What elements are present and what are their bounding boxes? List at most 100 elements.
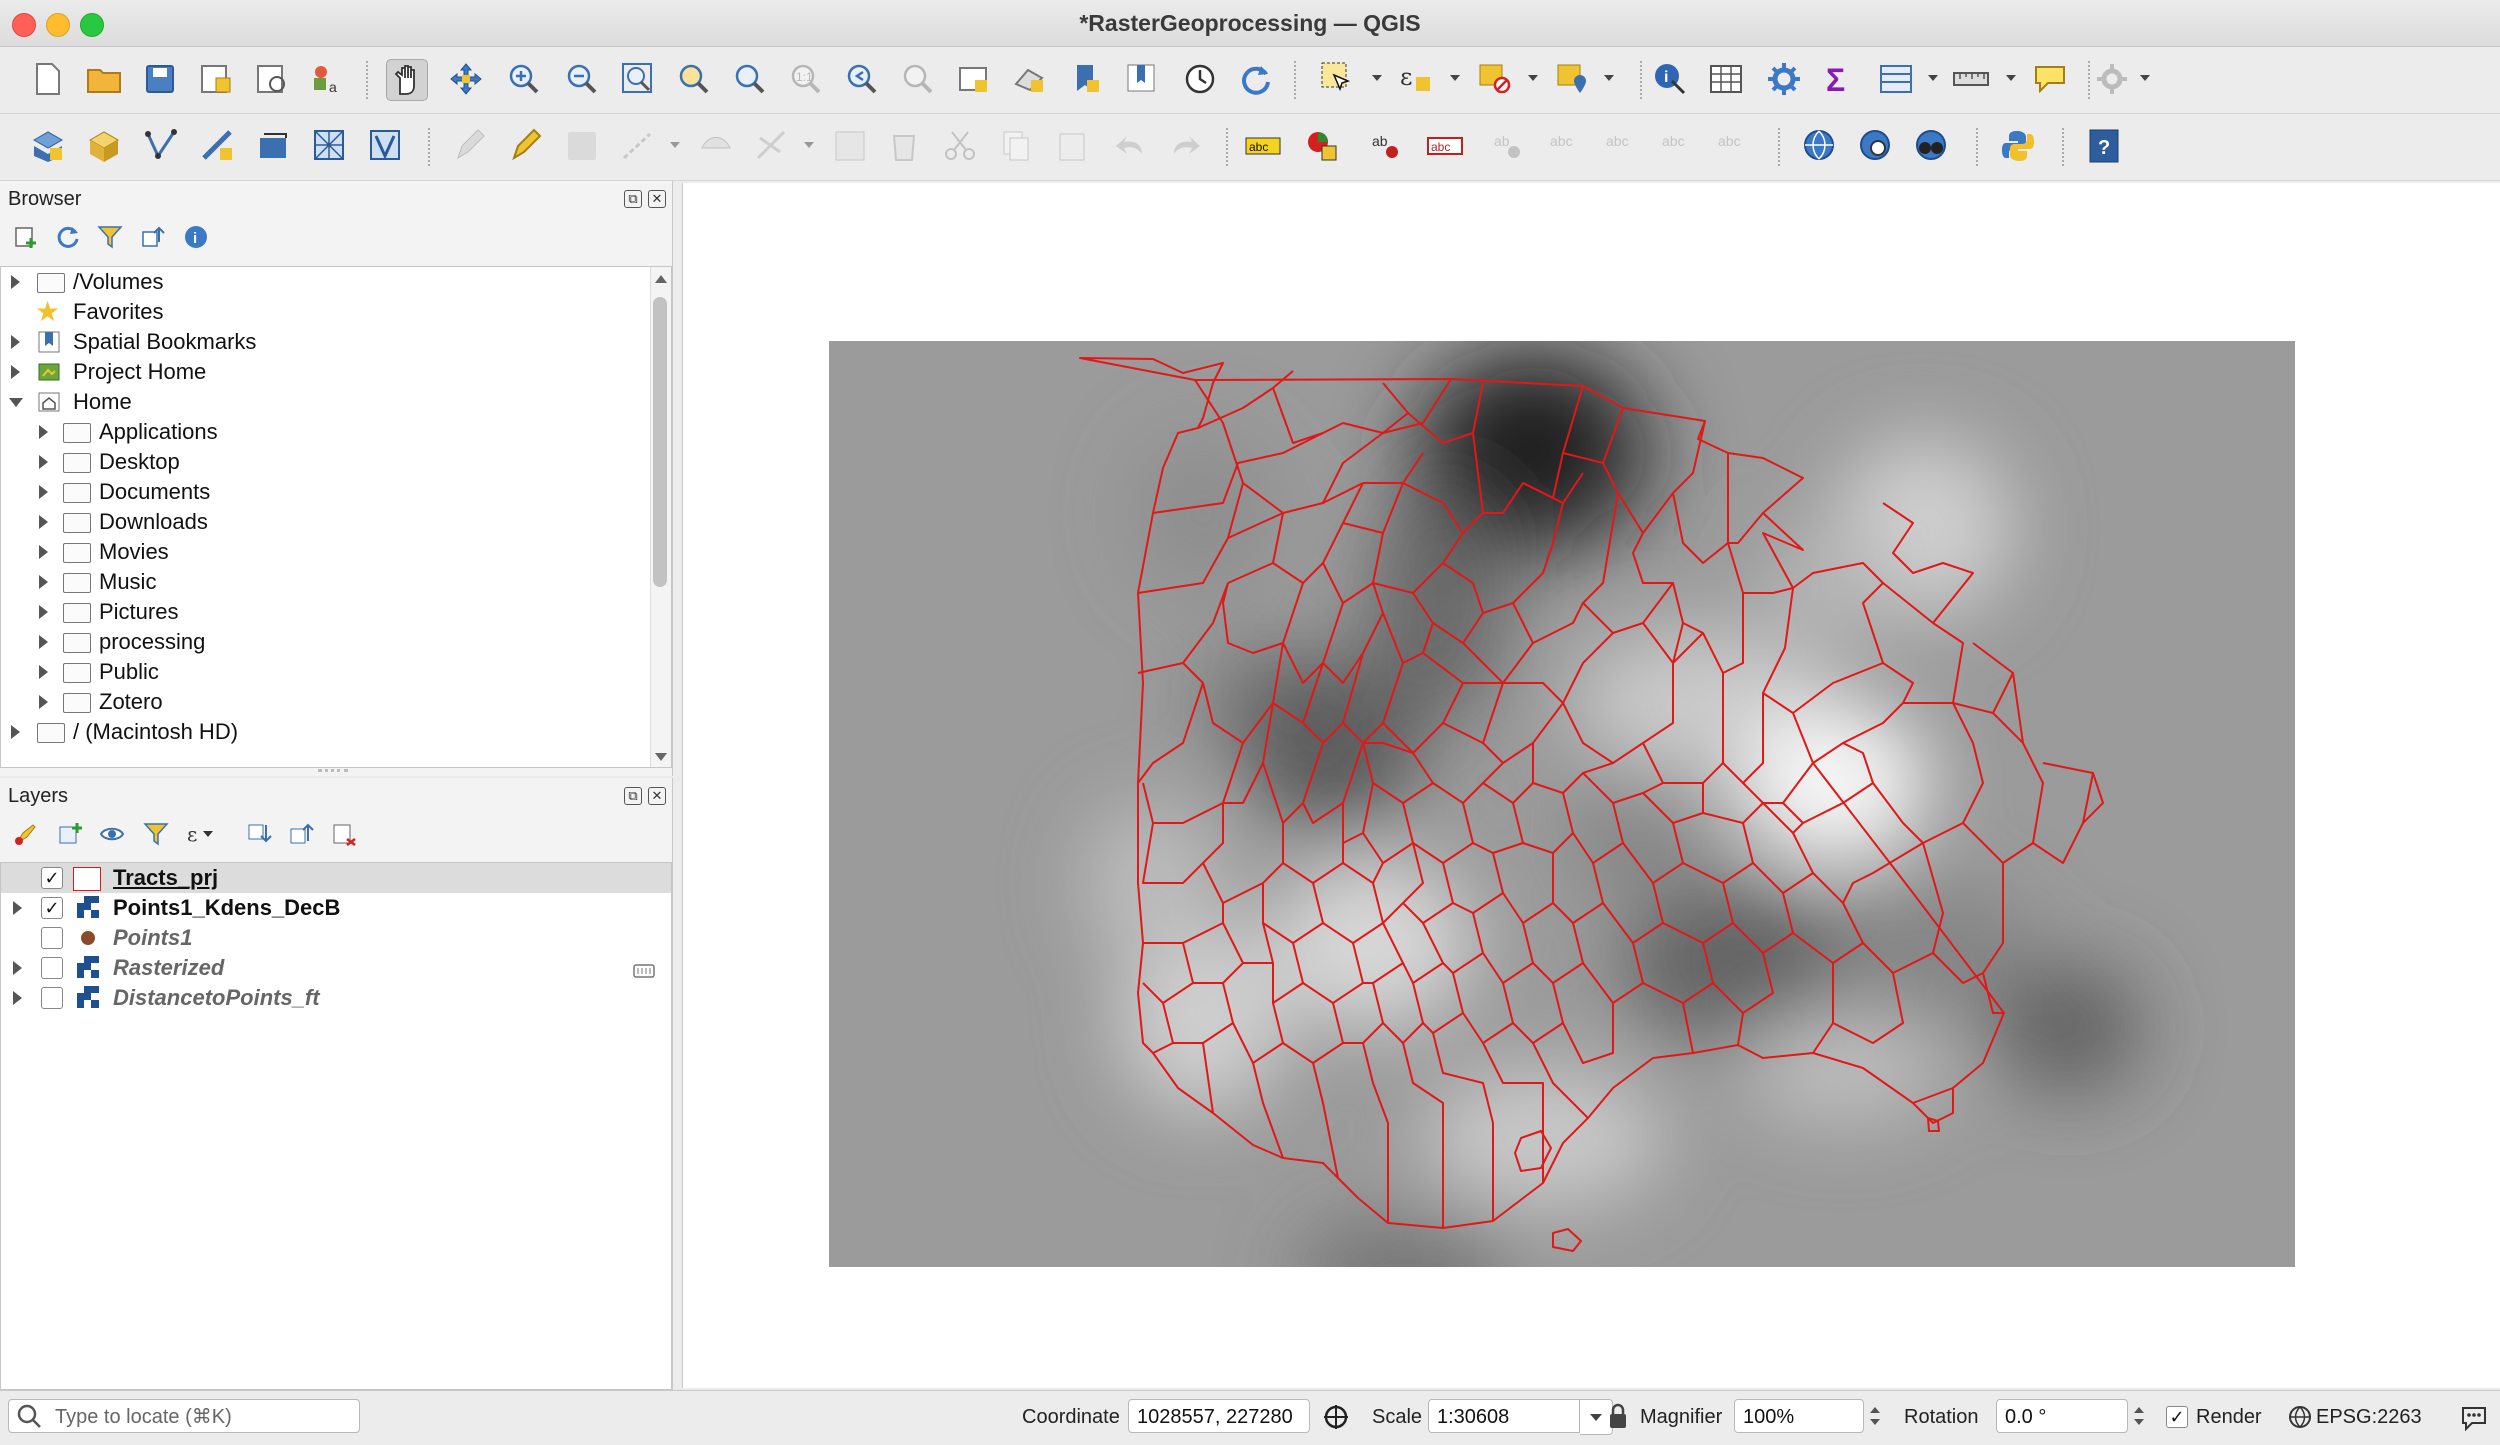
expand-all-icon[interactable] <box>244 818 276 850</box>
zoom-in-icon[interactable] <box>504 59 544 99</box>
add-wfs-layer-icon[interactable] <box>1856 126 1896 166</box>
browser-item-public[interactable]: Public <box>1 657 671 687</box>
layer-visibility-checkbox[interactable] <box>41 927 63 949</box>
embedded-widget-icon[interactable] <box>633 958 655 978</box>
digitize-shape-icon[interactable] <box>752 126 792 166</box>
layout-manager-icon[interactable] <box>252 59 292 99</box>
filter-browser-icon[interactable] <box>94 221 126 253</box>
messages-icon[interactable] <box>2460 1403 2488 1437</box>
map-render[interactable] <box>683 183 2500 1388</box>
float-panel-icon[interactable]: ⧉ <box>624 787 642 805</box>
select-features-icon[interactable] <box>1318 59 1358 99</box>
locate-search-input[interactable]: Type to locate (⌘K) <box>8 1399 360 1433</box>
browser-item-zotero[interactable]: Zotero <box>1 687 671 717</box>
layer-distancetopoints-ft[interactable]: DistancetoPoints_ft <box>1 983 671 1013</box>
new-mesh-layer-icon[interactable] <box>310 126 350 166</box>
zoom-last-icon[interactable] <box>842 59 882 99</box>
remove-layer-icon[interactable] <box>328 818 360 850</box>
coordinate-field[interactable]: 1028557, 227280 <box>1128 1399 1310 1433</box>
open-project-icon[interactable] <box>84 59 124 99</box>
style-manager-icon[interactable]: a <box>308 59 348 99</box>
save-project-icon[interactable] <box>140 59 180 99</box>
magnifier-field[interactable]: 100% <box>1734 1399 1864 1433</box>
new-print-layout-icon[interactable] <box>196 59 236 99</box>
metasearch-icon[interactable] <box>1912 126 1952 166</box>
scale-field[interactable]: 1:30608 <box>1428 1399 1580 1433</box>
refresh-browser-icon[interactable] <box>52 221 84 253</box>
pin-labels-icon[interactable]: ab <box>1492 126 1532 166</box>
layer-labeling-options-icon[interactable]: abc <box>1244 126 1284 166</box>
vertex-tool-icon[interactable] <box>696 126 736 166</box>
zoom-to-selection-icon[interactable] <box>674 59 714 99</box>
render-checkbox[interactable]: ✓ <box>2166 1406 2188 1428</box>
map-canvas[interactable] <box>682 183 2500 1388</box>
open-attribute-table-icon[interactable] <box>1876 59 1916 99</box>
float-panel-icon[interactable]: ⧉ <box>624 190 642 208</box>
statistical-summary-icon[interactable]: Σ <box>1820 59 1860 99</box>
filter-legend-icon[interactable] <box>140 818 172 850</box>
identify-features-icon[interactable]: i <box>1650 59 1690 99</box>
show-hide-labels-icon[interactable]: abc <box>1548 126 1588 166</box>
browser-item-processing[interactable]: processing <box>1 627 671 657</box>
browser-item-downloads[interactable]: Downloads <box>1 507 671 537</box>
delete-selected-icon[interactable] <box>884 126 924 166</box>
toggle-extents-mouse-icon[interactable] <box>1322 1403 1350 1437</box>
browser-item-home[interactable]: Home <box>1 387 671 417</box>
layer-points1[interactable]: Points1 <box>1 923 671 953</box>
change-label-icon[interactable]: abc <box>1716 126 1756 166</box>
new-project-icon[interactable] <box>28 59 68 99</box>
manage-map-themes-icon[interactable] <box>96 818 128 850</box>
current-edits-icon[interactable] <box>506 126 546 166</box>
collapse-all-icon[interactable] <box>286 818 318 850</box>
close-panel-icon[interactable]: ✕ <box>648 190 666 208</box>
browser-item-documents[interactable]: Documents <box>1 477 671 507</box>
collapse-all-icon[interactable] <box>138 221 170 253</box>
browser-item-favorites[interactable]: ★ Favorites <box>1 297 671 327</box>
browser-item-volumes[interactable]: /Volumes <box>1 267 671 297</box>
crs-label[interactable]: EPSG:2263 <box>2316 1406 2422 1429</box>
layer-visibility-checkbox[interactable] <box>41 987 63 1009</box>
undo-icon[interactable] <box>1110 126 1150 166</box>
new-vector-tile-layer-icon[interactable] <box>366 126 406 166</box>
zoom-next-icon[interactable] <box>898 59 938 99</box>
filter-by-expression-icon[interactable]: ε <box>184 818 216 850</box>
browser-item-desktop[interactable]: Desktop <box>1 447 671 477</box>
rotation-field[interactable]: 0.0 ° <box>1996 1399 2128 1433</box>
new-map-view-icon[interactable] <box>954 59 994 99</box>
browser-item-movies[interactable]: Movies <box>1 537 671 567</box>
refresh-icon[interactable] <box>1236 59 1276 99</box>
pan-to-selection-icon[interactable] <box>446 59 486 99</box>
layer-visibility-checkbox[interactable]: ✓ <box>41 867 63 889</box>
select-by-location-icon[interactable] <box>1554 59 1594 99</box>
deselect-features-icon[interactable] <box>1476 59 1516 99</box>
toggle-editing-icon[interactable] <box>450 126 490 166</box>
zoom-to-layer-icon[interactable] <box>730 59 770 99</box>
new-geopackage-layer-icon[interactable] <box>84 126 124 166</box>
new-3d-map-view-icon[interactable] <box>1010 59 1050 99</box>
temporal-controller-icon[interactable] <box>1180 59 1220 99</box>
toggle-labels-icon[interactable]: abc <box>1426 126 1466 166</box>
add-line-feature-icon[interactable] <box>618 126 658 166</box>
settings-gear-icon[interactable] <box>2092 59 2132 99</box>
layer-visibility-checkbox[interactable]: ✓ <box>41 897 63 919</box>
rotate-label-icon[interactable]: abc <box>1660 126 1700 166</box>
highlight-pinned-labels-icon[interactable]: ab <box>1370 126 1410 166</box>
redo-icon[interactable] <box>1166 126 1206 166</box>
browser-item-applications[interactable]: Applications <box>1 417 671 447</box>
rotation-stepper[interactable] <box>2130 1399 2148 1433</box>
help-icon[interactable]: ? <box>2084 126 2124 166</box>
map-tips-icon[interactable] <box>2030 59 2070 99</box>
new-shapefile-layer-icon[interactable] <box>142 126 182 166</box>
browser-item-music[interactable]: Music <box>1 567 671 597</box>
zoom-out-icon[interactable] <box>562 59 602 99</box>
zoom-full-icon[interactable] <box>618 59 658 99</box>
properties-info-icon[interactable]: i <box>180 221 212 253</box>
cut-features-icon[interactable] <box>940 126 980 166</box>
measure-line-icon[interactable] <box>1952 59 1992 99</box>
save-layer-edits-icon[interactable] <box>562 126 602 166</box>
new-spatial-bookmark-icon[interactable] <box>1066 59 1106 99</box>
magnifier-stepper[interactable] <box>1866 1399 1884 1433</box>
layer-points1-kdens-decb[interactable]: ✓ Points1_Kdens_DecB <box>1 893 671 923</box>
browser-item-macintosh-hd[interactable]: / (Macintosh HD) <box>1 717 671 747</box>
layer-diagram-options-icon[interactable] <box>1302 126 1342 166</box>
